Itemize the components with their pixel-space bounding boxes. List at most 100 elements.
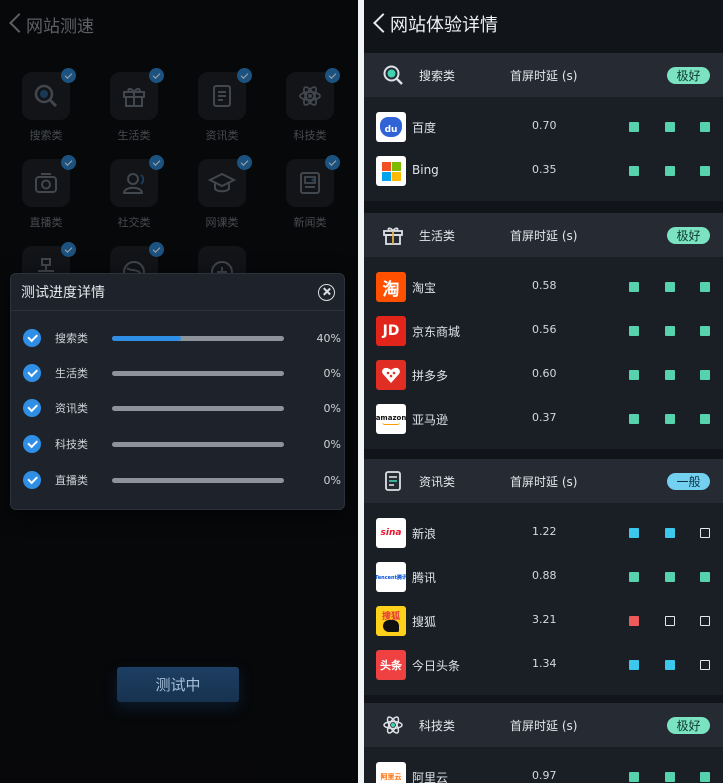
site-name: 拼多多 [412,369,449,383]
category-life[interactable]: 生活类 [102,68,172,148]
tencent-logo: Tencent腾讯 [376,562,406,592]
category-search[interactable]: 搜索类 [14,68,84,148]
check-badge-icon [325,68,340,83]
metric-label: 首屏时延 (s) [510,228,578,243]
sohu-logo: 搜狐 [376,606,406,636]
category-online-course[interactable]: 网课类 [190,155,260,235]
metric-label: 首屏时延 (s) [510,474,578,489]
check-circle-icon[interactable] [23,364,41,382]
back-arrow-icon[interactable] [370,14,390,34]
document-icon [382,470,404,492]
status-indicator [700,370,710,380]
category-label: 搜索类 [29,129,63,142]
site-row[interactable]: 头条 今日头条 1.34 [364,643,723,687]
check-badge-icon [149,68,164,83]
jd-logo: JD [376,316,406,346]
progress-percent: 0% [323,366,341,380]
status-indicator [700,122,710,132]
site-name: 搜狐 [412,615,437,629]
status-indicator [665,572,675,582]
site-load-time: 0.60 [532,367,557,380]
newspaper-icon [300,172,320,194]
site-row[interactable]: du 百度 0.70 [364,105,723,149]
status-indicator [700,616,710,626]
site-name: 百度 [412,121,437,135]
site-name: 亚马逊 [412,413,449,427]
site-name: 淘宝 [412,281,437,295]
progress-label: 直播类 [55,474,88,487]
category-news-info[interactable]: 资讯类 [190,68,260,148]
status-indicator [629,166,639,176]
progress-percent: 0% [323,401,341,415]
metric-label: 首屏时延 (s) [510,718,578,733]
site-name: 京东商城 [412,325,461,339]
status-indicator [700,166,710,176]
check-circle-icon[interactable] [23,435,41,453]
aliyun-logo: 阿里云 [376,762,406,783]
site-row[interactable]: sina 新浪 1.22 [364,511,723,555]
baidu-logo: du [376,112,406,142]
status-indicator [665,370,675,380]
site-row[interactable]: amazon 亚马逊 0.37 [364,397,723,441]
progress-label: 科技类 [55,438,88,451]
section-header: 生活类 首屏时延 (s) 极好 [364,213,723,257]
check-circle-icon[interactable] [23,471,41,489]
status-indicator [700,326,710,336]
site-load-time: 0.70 [532,119,557,132]
testing-button[interactable]: 测试中 [117,667,239,702]
status-indicator [700,772,710,782]
check-circle-icon[interactable] [23,399,41,417]
check-circle-icon[interactable] [23,329,41,347]
back-arrow-icon[interactable] [6,14,26,34]
category-social[interactable]: 社交类 [102,155,172,235]
site-load-time: 0.35 [532,163,557,176]
site-name: Bing [412,163,439,177]
progress-modal: 测试进度详情 搜索类 40% 生活类 0% 资讯类 0% 科技类 0% 直播类 … [10,273,345,510]
category-tech[interactable]: 科技类 [278,68,348,148]
site-load-time: 0.88 [532,569,557,582]
section-header: 资讯类 首屏时延 (s) 一般 [364,459,723,503]
progress-row: 科技类 0% [23,434,341,454]
check-badge-icon [61,242,76,257]
site-row[interactable]: 搜狐 搜狐 3.21 [364,599,723,643]
site-load-time: 0.97 [532,769,557,782]
category-news[interactable]: 新闻类 [278,155,348,235]
pinduoduo-logo [376,360,406,390]
progress-percent: 0% [323,437,341,451]
amazon-logo: amazon [376,404,406,434]
graduation-cap-icon [208,172,236,193]
check-badge-icon [61,68,76,83]
category-live[interactable]: 直播类 [14,155,84,235]
category-label: 生活类 [117,129,151,142]
status-indicator [700,282,710,292]
section-header: 科技类 首屏时延 (s) 极好 [364,703,723,747]
site-row[interactable]: 淘淘宝 0.58 [364,265,723,309]
status-indicator [700,528,710,538]
modal-title: 测试进度详情 [21,285,105,301]
site-name: 阿里云 [412,771,449,783]
category-label: 网课类 [205,216,239,229]
status-indicator [665,772,675,782]
status-indicator [665,122,675,132]
camera-icon [35,173,57,193]
document-icon [213,85,231,107]
status-indicator [665,282,675,292]
site-name: 腾讯 [412,571,437,585]
category-label: 资讯类 [205,129,239,142]
site-row[interactable]: 拼多多 0.60 [364,353,723,397]
progress-label: 搜索类 [55,332,88,345]
left-header: 网站测速 [0,0,94,48]
section-search: 搜索类 首屏时延 (s) 极好 du 百度 0.70 Bing 0.35 [364,53,723,201]
site-row[interactable]: Bing 0.35 [364,149,723,193]
section-atom: 科技类 首屏时延 (s) 极好 阿里云 阿里云 0.97 [364,703,723,783]
site-row[interactable]: 阿里云 阿里云 0.97 [364,755,723,783]
rating-badge: 极好 [667,716,710,734]
site-row[interactable]: Tencent腾讯 腾讯 0.88 [364,555,723,599]
check-badge-icon [237,155,252,170]
status-indicator [700,572,710,582]
progress-percent: 0% [323,473,341,487]
site-row[interactable]: JD 京东商城 0.56 [364,309,723,353]
progress-label: 资讯类 [55,402,88,415]
close-icon[interactable] [318,283,335,301]
status-indicator [629,370,639,380]
